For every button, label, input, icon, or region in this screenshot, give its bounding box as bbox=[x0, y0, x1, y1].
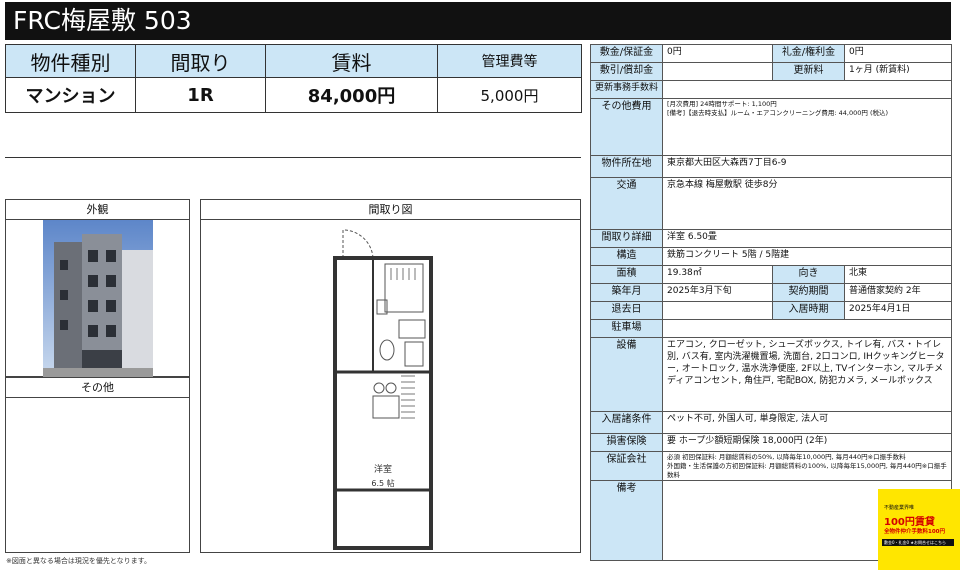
floorplan-drawing: 洋室 6.5 帖 bbox=[333, 229, 433, 550]
detail-table: 敷金/保証金 0円 礼金/権利金 0円 敷引/償却金 更新料 1ヶ月 (新賃料)… bbox=[590, 44, 952, 562]
ad-badge-line2: 100円賃貸 bbox=[884, 517, 935, 528]
guarantor-value: 必須 初回保証料: 月額総賃料の50%, 以降毎年10,000円, 毎月440円… bbox=[662, 450, 952, 482]
floorplan-label: 間取り図 bbox=[201, 200, 580, 220]
built-label: 築年月 bbox=[590, 283, 663, 302]
address-value: 東京都大田区大森西7丁目6-9 bbox=[662, 155, 952, 178]
area-value: 19.38㎡ bbox=[662, 265, 773, 284]
movein-value: 2025年4月1日 bbox=[844, 301, 952, 320]
summary-table: 物件種別 間取り 賃料 管理費等 マンション 1R 84,000円 5,000円 bbox=[5, 44, 582, 113]
layout-detail-value: 洋室 6.50畳 bbox=[662, 229, 952, 248]
parking-value bbox=[662, 319, 952, 338]
structure-value: 鉄筋コンクリート 5階 / 5階建 bbox=[662, 247, 952, 266]
other-costs-value: [月次費用] 24時間サポート: 1,100円 [備考]【退去時支払】ルーム・エ… bbox=[662, 98, 952, 156]
conditions-value: ペット不可, 外国人可, 単身限定, 法人可 bbox=[662, 411, 952, 434]
footnote: ※図面と異なる場合は現況を優先となります。 bbox=[6, 557, 151, 565]
summary-header-rent: 賃料 bbox=[265, 44, 438, 78]
summary-value-row: マンション 1R 84,000円 5,000円 bbox=[5, 77, 582, 113]
summary-value-type: マンション bbox=[5, 77, 136, 113]
divider bbox=[5, 157, 581, 158]
layout-detail-label: 間取り詳細 bbox=[590, 229, 663, 248]
remarks-label: 備考 bbox=[590, 480, 663, 562]
summary-value-layout: 1R bbox=[135, 77, 266, 113]
floorplan-panel: 間取り図 洋室 6.5 帖 bbox=[200, 199, 581, 553]
room-name-label: 洋室 bbox=[374, 463, 392, 475]
ad-badge-line3: 全物件仲介手数料100円 bbox=[884, 529, 945, 535]
vacate-label: 退去日 bbox=[590, 301, 663, 320]
equipment-value: エアコン, クローゼット, シューズボックス, トイレ有, バス・トイレ別, バ… bbox=[662, 337, 952, 412]
transport-label: 交通 bbox=[590, 177, 663, 230]
exterior-label: 外観 bbox=[6, 200, 189, 220]
ad-badge-line4: 敷金0・礼金0 ★お問合せはこちら bbox=[882, 539, 954, 546]
key-money-label: 礼金/権利金 bbox=[772, 44, 845, 63]
direction-label: 向き bbox=[772, 265, 845, 284]
ad-badge[interactable]: 不動産業界唯 100円賃貸 全物件仲介手数料100円 敷金0・礼金0 ★お問合せ… bbox=[878, 489, 960, 570]
conditions-label: 入居諸条件 bbox=[590, 411, 663, 434]
built-value: 2025年3月下旬 bbox=[662, 283, 773, 302]
renewal-label: 更新料 bbox=[772, 62, 845, 81]
room-size-label: 6.5 帖 bbox=[371, 478, 394, 488]
area-label: 面積 bbox=[590, 265, 663, 284]
summary-header-layout: 間取り bbox=[135, 44, 266, 78]
structure-label: 構造 bbox=[590, 247, 663, 266]
vacate-value bbox=[662, 301, 773, 320]
exterior-photo bbox=[43, 220, 153, 377]
contract-value: 普通借家契約 2年 bbox=[844, 283, 952, 302]
insurance-label: 損害保険 bbox=[590, 433, 663, 452]
parking-label: 駐車場 bbox=[590, 319, 663, 338]
exterior-panel: 外観 bbox=[5, 199, 190, 377]
summary-header-fee: 管理費等 bbox=[437, 44, 582, 78]
address-label: 物件所在地 bbox=[590, 155, 663, 178]
summary-header-type: 物件種別 bbox=[5, 44, 136, 78]
equipment-label: 設備 bbox=[590, 337, 663, 412]
renewal-value: 1ヶ月 (新賃料) bbox=[844, 62, 952, 81]
renewal-admin-value bbox=[662, 80, 952, 99]
amortization-value bbox=[662, 62, 773, 81]
summary-value-rent: 84,000円 bbox=[265, 77, 438, 113]
other-costs-label: その他費用 bbox=[590, 98, 663, 156]
deposit-value: 0円 bbox=[662, 44, 773, 63]
contract-label: 契約期間 bbox=[772, 283, 845, 302]
ad-badge-line1: 不動産業界唯 bbox=[884, 505, 915, 511]
transport-value: 京急本線 梅屋敷駅 徒歩8分 bbox=[662, 177, 952, 230]
key-money-value: 0円 bbox=[844, 44, 952, 63]
direction-value: 北東 bbox=[844, 265, 952, 284]
other-label: その他 bbox=[6, 378, 189, 398]
renewal-admin-label: 更新事務手数料 bbox=[590, 80, 663, 99]
summary-header-row: 物件種別 間取り 賃料 管理費等 bbox=[5, 44, 582, 78]
insurance-value: 要 ホープ少額短期保険 18,000円 (2年) bbox=[662, 433, 952, 452]
summary-value-fee: 5,000円 bbox=[437, 77, 582, 113]
property-title: FRC梅屋敷 503 bbox=[5, 2, 951, 40]
amortization-label: 敷引/償却金 bbox=[590, 62, 663, 81]
deposit-label: 敷金/保証金 bbox=[590, 44, 663, 63]
guarantor-label: 保証会社 bbox=[590, 450, 663, 482]
movein-label: 入居時期 bbox=[772, 301, 845, 320]
other-panel: その他 bbox=[5, 377, 190, 553]
